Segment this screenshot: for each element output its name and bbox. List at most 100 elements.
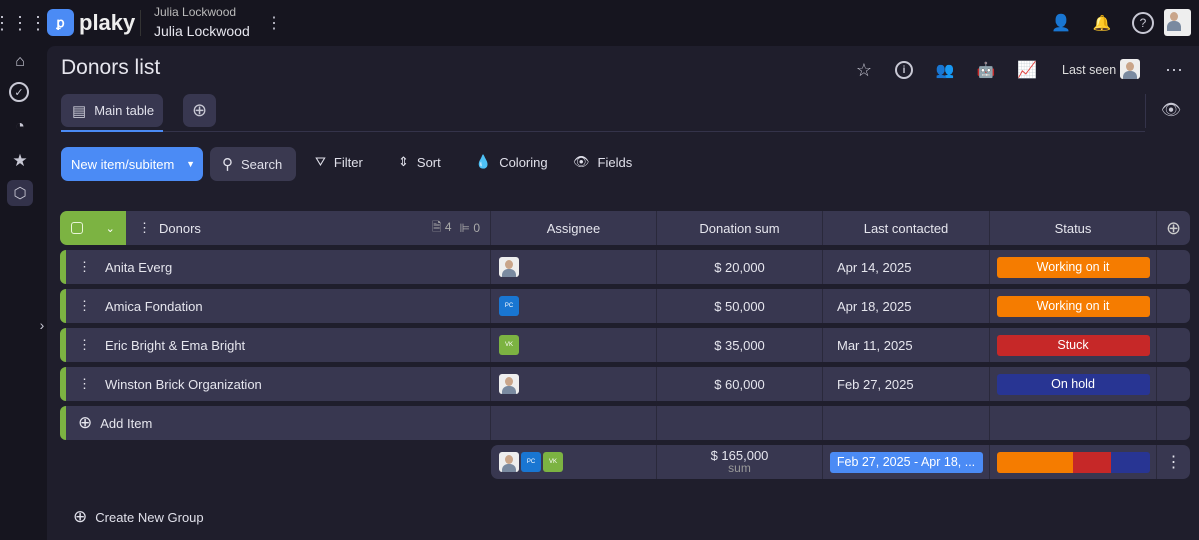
eye-icon[interactable]: 👁 xyxy=(1160,99,1182,121)
apps-grid-icon[interactable]: ⋮⋮⋮ xyxy=(0,12,47,34)
chart-line-icon[interactable]: 📈 xyxy=(1016,59,1038,81)
board-cube-icon[interactable]: ⬡ xyxy=(7,180,33,206)
last-contacted-date[interactable]: Mar 11, 2025 xyxy=(823,328,990,362)
fields-button[interactable]: 👁 Fields xyxy=(573,154,632,170)
subitems-count-icon: ⊫ 0 xyxy=(459,221,480,235)
star-outline-icon[interactable]: ☆ xyxy=(853,59,875,81)
sidebar: ⌂ ✓ ◔ ★ ⬡ › xyxy=(0,46,46,540)
last-contacted-date[interactable]: Apr 18, 2025 xyxy=(823,289,990,323)
last-contacted-date[interactable]: Apr 14, 2025 xyxy=(823,250,990,284)
donation-sum[interactable]: $ 60,000 xyxy=(657,367,823,401)
add-column-button[interactable]: ⊕ xyxy=(1157,211,1190,245)
table-row[interactable]: ⋮ Eric Bright & Ema Bright VK $ 35,000 Ma… xyxy=(60,328,1190,362)
status-badge[interactable]: Working on it xyxy=(996,256,1150,278)
new-item-button[interactable]: New item/subitem ▼ xyxy=(61,147,203,181)
column-header-assignee[interactable]: Assignee xyxy=(491,211,657,245)
row-menu-icon[interactable]: ⋮ xyxy=(78,376,91,392)
table-row[interactable]: ⋮ Amica Fondation PC $ 50,000 Apr 18, 202… xyxy=(60,289,1190,323)
status-badge[interactable]: Working on it xyxy=(996,295,1150,317)
create-group-label: Create New Group xyxy=(95,509,204,525)
item-name[interactable]: Amica Fondation xyxy=(105,299,203,314)
sort-button[interactable]: ⇕ Sort xyxy=(398,154,441,170)
table-row[interactable]: ⋮ Anita Everg $ 20,000 Apr 14, 2025 Worki… xyxy=(60,250,1190,284)
status-distribution-bar xyxy=(996,451,1150,473)
home-icon[interactable]: ⌂ xyxy=(9,51,31,73)
invite-user-icon[interactable]: 👤 xyxy=(1050,12,1072,34)
sum-label: sum xyxy=(728,461,751,475)
donation-sum[interactable]: $ 35,000 xyxy=(657,328,823,362)
select-all-checkbox[interactable] xyxy=(71,222,84,234)
active-tab-indicator xyxy=(61,130,163,132)
add-view-button[interactable]: ⊕ xyxy=(183,94,216,127)
last-seen-avatar xyxy=(1120,59,1140,79)
subitems-count: 0 xyxy=(473,221,480,235)
item-name[interactable]: Winston Brick Organization xyxy=(105,377,262,392)
row-menu-icon[interactable]: ⋮ xyxy=(78,337,91,353)
sort-icon: ⇕ xyxy=(398,154,409,169)
search-icon: ⚲ xyxy=(222,156,233,173)
status-badge[interactable]: On hold xyxy=(996,373,1150,395)
assignee-avatar[interactable]: VK xyxy=(499,335,519,355)
logo-text: plaky xyxy=(79,10,136,35)
table-row[interactable]: ⋮ Winston Brick Organization $ 60,000 Feb… xyxy=(60,367,1190,401)
assignee-avatar[interactable]: PC xyxy=(499,296,519,316)
date-range-summary: Feb 27, 2025 - Apr 18, ... xyxy=(829,451,983,473)
row-menu-icon[interactable]: ⋮ xyxy=(78,298,91,314)
group-name[interactable]: Donors xyxy=(159,221,201,236)
members-icon[interactable]: 👥 xyxy=(934,59,956,81)
last-contacted-date[interactable]: Feb 27, 2025 xyxy=(823,367,990,401)
column-header-status[interactable]: Status xyxy=(990,211,1157,245)
add-item-row: ⊕ Add Item xyxy=(60,406,1190,440)
help-icon[interactable]: ? xyxy=(1132,12,1154,34)
assignee-avatar[interactable] xyxy=(499,257,519,277)
status-badge[interactable]: Stuck xyxy=(996,334,1150,356)
more-vertical-icon[interactable]: ⋮ xyxy=(266,12,282,34)
workspace-owner: Julia Lockwood xyxy=(154,5,237,19)
more-horizontal-icon[interactable]: ⋯ xyxy=(1163,59,1185,81)
search-label: Search xyxy=(241,156,283,172)
check-circle-icon[interactable]: ✓ xyxy=(9,82,29,102)
assignee-avatar[interactable] xyxy=(499,374,519,394)
sort-label: Sort xyxy=(416,154,441,170)
collapse-chevron-icon[interactable]: ⌄ xyxy=(106,222,115,235)
column-header-last-contacted[interactable]: Last contacted xyxy=(823,211,990,245)
assignee-avatar: PC xyxy=(521,452,541,472)
create-group-button[interactable]: ⊕ Create New Group xyxy=(73,507,204,527)
filter-label: Filter xyxy=(333,154,363,170)
items-count: 4 xyxy=(444,219,452,234)
more-vertical-icon[interactable]: ⋮ xyxy=(1157,445,1190,479)
search-button[interactable]: ⚲ Search xyxy=(210,147,296,181)
donation-sum[interactable]: $ 20,000 xyxy=(657,250,823,284)
filter-button[interactable]: ⛛ Filter xyxy=(315,154,363,170)
star-icon[interactable]: ★ xyxy=(9,150,31,172)
automation-robot-icon[interactable]: 🤖 xyxy=(975,59,997,81)
coloring-button[interactable]: 💧 Coloring xyxy=(475,154,548,170)
workspace-name[interactable]: Julia Lockwood xyxy=(154,23,250,39)
group-controls: ⌄ xyxy=(60,211,126,245)
filter-icon: ⛛ xyxy=(315,154,326,169)
dashboard-icon[interactable]: ◔ xyxy=(9,116,31,138)
add-icon[interactable]: ⊕ xyxy=(78,413,92,433)
add-icon: ⊕ xyxy=(73,507,88,526)
row-menu-icon[interactable]: ⋮ xyxy=(78,259,91,275)
donation-sum[interactable]: $ 50,000 xyxy=(657,289,823,323)
bell-icon[interactable]: 🔔 xyxy=(1091,12,1113,34)
last-seen-label[interactable]: Last seen xyxy=(1062,63,1116,77)
status-distribution-segment xyxy=(996,451,1073,473)
status-distribution-segment xyxy=(1111,451,1150,473)
droplet-icon: 💧 xyxy=(475,154,492,169)
user-avatar[interactable] xyxy=(1164,9,1191,36)
chevron-down-icon[interactable]: ▼ xyxy=(186,159,195,169)
add-item-input[interactable]: Add Item xyxy=(100,416,152,431)
info-icon[interactable]: i xyxy=(895,61,913,79)
new-item-label: New item/subitem xyxy=(71,156,175,172)
assignee-avatar xyxy=(499,452,519,472)
status-distribution-segment xyxy=(1073,451,1112,473)
item-name[interactable]: Anita Everg xyxy=(105,260,172,275)
drag-handle-icon[interactable]: ⋮ xyxy=(138,220,151,236)
column-header-donation[interactable]: Donation sum xyxy=(657,211,823,245)
table-icon: ▤ xyxy=(72,102,87,120)
tab-main-table[interactable]: ▤ Main table xyxy=(61,94,163,127)
item-name[interactable]: Eric Bright & Ema Bright xyxy=(105,338,245,353)
assignee-avatar: VK xyxy=(543,452,563,472)
